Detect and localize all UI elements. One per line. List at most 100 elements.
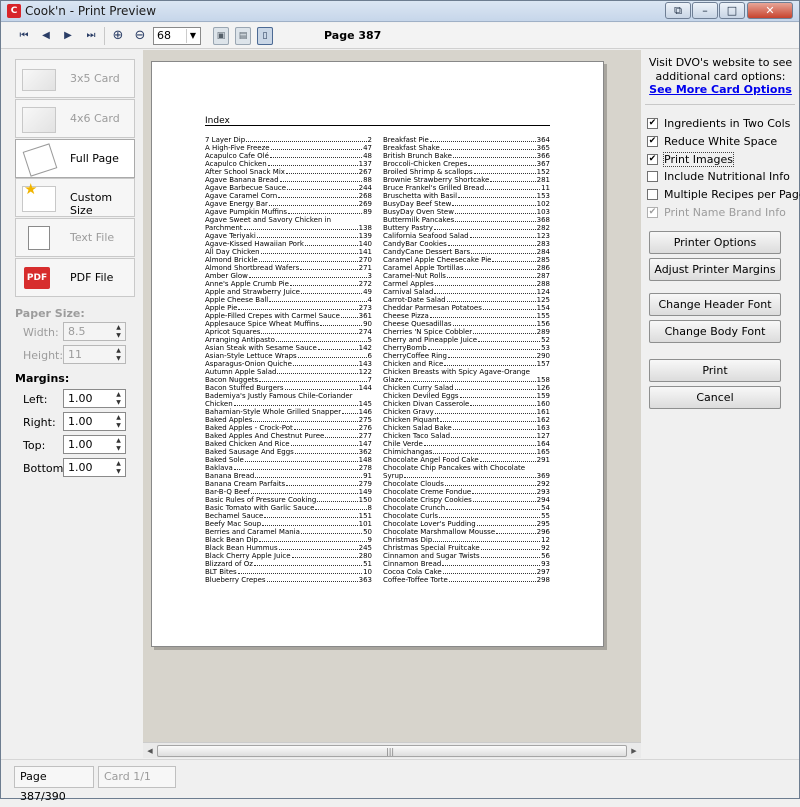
last-page-icon[interactable]: ⏭ (82, 27, 100, 45)
entry-name: Buttery Pastry (383, 224, 433, 232)
index-entry: BusyDay Beef Stew 102 (383, 200, 550, 208)
leader-dots (267, 160, 358, 166)
entry-page: 289 (536, 328, 550, 336)
single-page-icon[interactable]: ▣ (213, 27, 229, 45)
stepper-down-icon[interactable]: ▼ (113, 445, 124, 453)
close-icon[interactable]: ✕ (747, 2, 793, 19)
entry-page: 89 (363, 208, 372, 216)
print-button[interactable]: Print (649, 359, 781, 382)
format-text-file-button[interactable]: Text File (15, 218, 135, 257)
stepper-up-icon[interactable]: ▲ (113, 324, 124, 332)
horizontal-scrollbar[interactable]: ◀ ||| ▶ (143, 742, 641, 758)
stepper-up-icon[interactable]: ▲ (113, 347, 124, 355)
stepper-down-icon[interactable]: ▼ (113, 355, 124, 363)
entry-page: 141 (358, 248, 372, 256)
entry-page: 52 (541, 336, 550, 344)
entry-name: Chicken and Rice (383, 360, 444, 368)
right-margin-stepper[interactable]: 1.00 ▲ ▼ (63, 412, 126, 431)
stepper-up-icon[interactable]: ▲ (113, 437, 124, 445)
entry-page: 163 (536, 424, 550, 432)
change-header-font-button[interactable]: Change Header Font (649, 293, 781, 316)
index-entry: Agave Barbecue Sauce 244 (205, 184, 372, 192)
two-page-icon[interactable]: ▤ (235, 27, 251, 45)
stepper-down-icon[interactable]: ▼ (113, 468, 124, 476)
leader-dots (454, 208, 536, 214)
checkbox[interactable]: ✔ (647, 118, 658, 129)
entry-page: 9 (367, 536, 372, 544)
entry-name: Black Cherry Apple Juice (205, 552, 291, 560)
entry-page: 49 (363, 288, 372, 296)
checkbox[interactable]: ✔ (647, 136, 658, 147)
index-column-right: Breakfast Pie 364 Breakfast Shake 365 Britis… (383, 136, 550, 584)
entry-name: Chocolate Chip Pancakes with Chocolate (383, 464, 526, 472)
stepper-up-icon[interactable]: ▲ (113, 414, 124, 422)
format-full-page-button[interactable]: Full Page (15, 139, 135, 178)
index-entry: Caramel Apple Cheesecake Pie 285 (383, 256, 550, 264)
adjust-printer-margins-button[interactable]: Adjust Printer Margins (649, 258, 781, 281)
chevron-down-icon[interactable]: ▼ (186, 29, 199, 43)
stepper-down-icon[interactable]: ▼ (113, 399, 124, 407)
scroll-right-icon[interactable]: ▶ (628, 745, 640, 757)
change-body-font-button[interactable]: Change Body Font (649, 320, 781, 343)
zoom-in-icon[interactable]: ⊕ (109, 27, 127, 45)
fit-page-icon[interactable]: ▯ (257, 27, 273, 45)
entry-name: Asparagus-Onion Quiche (205, 360, 292, 368)
leader-dots (287, 208, 363, 214)
stepper-up-icon[interactable]: ▲ (113, 391, 124, 399)
leader-dots (454, 384, 536, 390)
checkbox[interactable]: ✔ (647, 207, 658, 218)
entry-page: 5 (367, 336, 372, 344)
entry-name: Buttermilk Pancakes (383, 216, 455, 224)
entry-name: Bechamel Sauce (205, 512, 264, 520)
index-entry: Apple Cheese Ball 4 (205, 296, 372, 304)
zoom-out-icon[interactable]: ⊖ (131, 27, 149, 45)
toolbar-separator (104, 27, 105, 45)
entry-page: 273 (358, 304, 372, 312)
leader-dots (297, 352, 367, 358)
index-entry: Buttermilk Pancakes 368 (383, 216, 550, 224)
minimize-icon[interactable]: – (692, 2, 718, 19)
width-stepper[interactable]: 8.5 ▲ ▼ (63, 322, 126, 341)
stepper-down-icon[interactable]: ▼ (113, 422, 124, 430)
entry-page: 122 (358, 368, 372, 376)
index-entry: Cocoa Cola Cake 297 (383, 568, 550, 576)
entry-page: 101 (358, 520, 372, 528)
index-entry: Bar-B-Q Beef 149 (205, 488, 372, 496)
scrollbar-thumb[interactable]: ||| (157, 745, 627, 757)
leader-dots (304, 240, 358, 246)
restore-icon[interactable]: ⧉ (665, 2, 691, 19)
checkbox[interactable]: ✔ (647, 154, 658, 165)
height-value: 11 (68, 348, 82, 361)
stepper-down-icon[interactable]: ▼ (113, 332, 124, 340)
leader-dots (279, 176, 363, 182)
printer-options-button[interactable]: Printer Options (649, 231, 781, 254)
format-pdf-file-button[interactable]: PDF PDF File (15, 258, 135, 297)
bottom-margin-stepper[interactable]: 1.00 ▲ ▼ (63, 458, 126, 477)
bottom-margin-value: 1.00 (68, 461, 93, 474)
cancel-button[interactable]: Cancel (649, 386, 781, 409)
index-entry: Chocolate Curls 55 (383, 512, 550, 520)
entry-page: 88 (363, 176, 372, 184)
maximize-icon[interactable]: □ (719, 2, 745, 19)
entry-name: Chocolate Angel Food Cake (383, 456, 479, 464)
leader-dots (447, 240, 536, 246)
format-4x6-card-button[interactable]: 4x6 Card (15, 99, 135, 138)
entry-page: 90 (363, 320, 372, 328)
zoom-select[interactable]: 68 ▼ (153, 27, 201, 45)
first-page-icon[interactable]: ⏮ (15, 27, 33, 45)
next-page-icon[interactable]: ▶ (59, 27, 77, 45)
prev-page-icon[interactable]: ◀ (37, 27, 55, 45)
index-column-left: 7 Layer Dip 2 A High-Five Freeze 47 Acapulco… (205, 136, 372, 584)
checkbox[interactable] (647, 189, 658, 200)
checkbox[interactable] (647, 171, 658, 182)
scroll-left-icon[interactable]: ◀ (144, 745, 156, 757)
top-margin-stepper[interactable]: 1.00 ▲ ▼ (63, 435, 126, 454)
stepper-up-icon[interactable]: ▲ (113, 460, 124, 468)
format-3x5-card-button[interactable]: 3x5 Card (15, 59, 135, 98)
entry-name: CandyBar Cookies (383, 240, 447, 248)
index-entry: BLT Bites 10 (205, 568, 372, 576)
more-card-options-link[interactable]: See More Card Options (642, 83, 799, 96)
format-custom-size-button[interactable]: ★ Custom Size (15, 178, 135, 217)
height-stepper[interactable]: 11 ▲ ▼ (63, 345, 126, 364)
left-margin-stepper[interactable]: 1.00 ▲ ▼ (63, 389, 126, 408)
